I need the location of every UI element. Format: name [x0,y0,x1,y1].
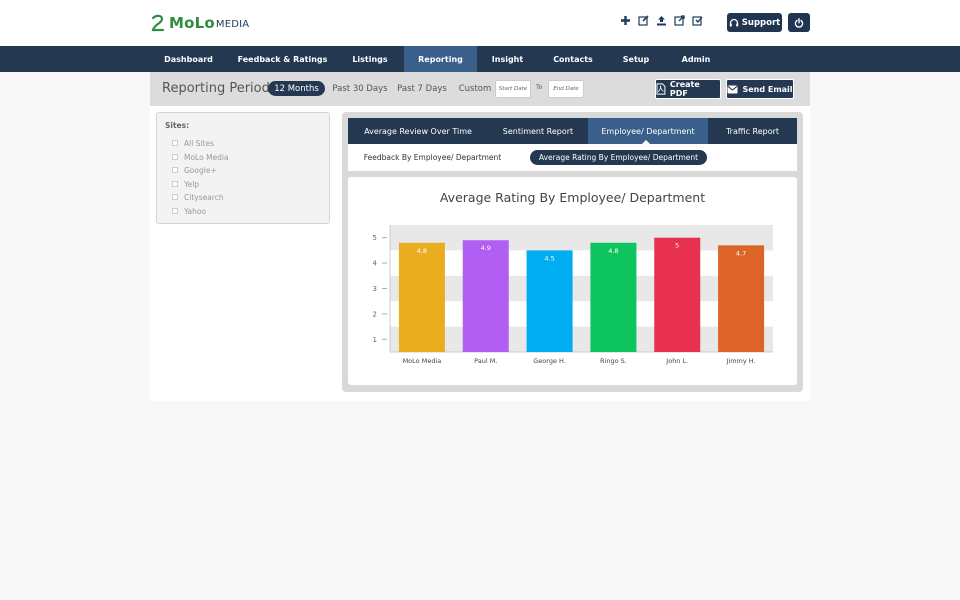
sub-tabs: Feedback By Employee/ Department Average… [348,144,797,171]
sites-filter-panel: Sites: All Sites MoLo Media Google+ Yelp… [156,112,330,224]
y-tick-label: 2 [373,310,377,318]
x-tick-label: George H. [533,357,566,365]
grid-band [390,275,773,302]
rating-bar-chart: 1 2 3 4 5 4.8 MoLo Media 4.9 Paul M. 4.5 George H.… [373,225,773,365]
checkbox[interactable] [172,181,178,187]
molo-media-logo[interactable]: MoLo MEDIA [151,13,249,33]
checkbox[interactable] [172,167,178,173]
bar-value-label: 5 [675,242,679,250]
period-12-months[interactable]: 12 Months [268,81,325,96]
bar [398,242,445,352]
grid-band [390,326,773,352]
pdf-icon [656,83,666,95]
tab-average-review-over-time[interactable]: Average Review Over Time [348,118,488,144]
nav-setup[interactable]: Setup [612,46,660,72]
to-label: To [536,84,543,91]
tab-traffic-report[interactable]: Traffic Report [708,118,797,144]
subtab-average-rating-by-employee[interactable]: Average Rating By Employee/ Department [530,150,707,165]
period-custom[interactable]: Custom [457,81,493,96]
site-option-all-sites[interactable]: All Sites [172,138,214,148]
quick-actions [620,15,703,26]
support-label: Support [741,17,781,28]
nav-listings[interactable]: Listings [340,46,400,72]
bar-value-label: 4.9 [481,244,491,252]
create-pdf-button[interactable]: Create PDF [655,79,721,99]
end-date-input[interactable]: End Date [548,80,584,98]
x-tick-label: Jimmy H. [726,357,756,365]
send-email-button[interactable]: Send Email [726,79,794,99]
headset-icon [729,18,738,26]
nav-admin[interactable]: Admin [672,46,720,72]
checkbox[interactable] [172,154,178,160]
main-nav: Dashboard Feedback & Ratings Listings Re… [0,46,960,72]
x-tick-label: Paul M. [474,357,497,365]
bar-value-label: 4.8 [608,247,618,255]
site-option-label: Yahoo [184,206,207,216]
y-tick-label: 4 [373,260,378,268]
nav-contacts[interactable]: Contacts [545,46,601,72]
edit-check-icon[interactable] [692,15,703,26]
logo-text-mo: MoLo [169,14,215,32]
site-option-google-plus[interactable]: Google+ [172,165,217,175]
send-email-label: Send Email [742,84,793,94]
y-tick-label: 5 [373,234,377,242]
grid-band [390,225,773,251]
bar-value-label: 4.7 [736,249,746,257]
site-option-label: Google+ [184,165,217,175]
active-tab-caret [641,140,651,145]
logo-text-media: MEDIA [215,19,250,30]
period-past-7-days[interactable]: Past 7 Days [397,81,447,96]
x-tick-label: MoLo Media [403,357,442,365]
reporting-period-bar: Reporting Period: 12 Months Past 30 Days… [150,72,810,106]
sites-title: Sites: [165,121,190,130]
site-option-label: All Sites [184,138,214,148]
checkbox[interactable] [172,208,178,214]
bar-value-label: 4.8 [417,247,427,255]
checkbox[interactable] [172,194,178,200]
start-date-input[interactable]: Start Date [495,80,531,98]
site-option-label: MoLo Media [184,152,229,162]
x-tick-label: John L. [665,357,688,365]
bar [526,250,573,352]
site-option-yahoo[interactable]: Yahoo [172,206,206,216]
site-option-label: Yelp [184,179,200,189]
power-icon [794,17,804,28]
tab-sentiment-report[interactable]: Sentiment Report [488,118,588,144]
site-option-molo-media[interactable]: MoLo Media [172,152,229,162]
plus-icon[interactable] [620,15,631,26]
bar [590,242,637,352]
reporting-period-label: Reporting Period: [162,81,275,96]
logout-button[interactable] [788,13,810,32]
bar [718,245,765,352]
nav-reporting[interactable]: Reporting [404,46,477,72]
nav-feedback-ratings[interactable]: Feedback & Ratings [231,46,334,72]
period-past-30-days[interactable]: Past 30 Days [332,81,388,96]
site-option-citysearch[interactable]: Citysearch [172,192,224,202]
bar [654,237,701,352]
bar [462,240,509,352]
site-option-yelp[interactable]: Yelp [172,179,199,189]
edit-icon[interactable] [638,15,649,26]
site-option-label: Citysearch [184,192,224,202]
nav-insight[interactable]: Insight [480,46,535,72]
x-tick-label: Ringo S. [600,357,627,365]
bar-value-label: 4.5 [544,254,554,262]
report-tabs: Average Review Over Time Sentiment Repor… [348,118,797,144]
top-bar: MoLo MEDIA Support [0,0,960,46]
external-link-icon[interactable] [674,15,685,26]
nav-dashboard[interactable]: Dashboard [151,46,226,72]
create-pdf-label: Create PDF [669,80,700,98]
checkbox[interactable] [172,140,178,146]
y-tick-label: 1 [373,336,377,344]
y-tick-label: 3 [373,285,377,293]
upload-icon[interactable] [656,15,667,26]
support-button[interactable]: Support [727,13,782,32]
subtab-feedback-by-employee[interactable]: Feedback By Employee/ Department [360,150,505,165]
envelope-icon [727,85,738,93]
logo-mark-icon [151,14,165,32]
